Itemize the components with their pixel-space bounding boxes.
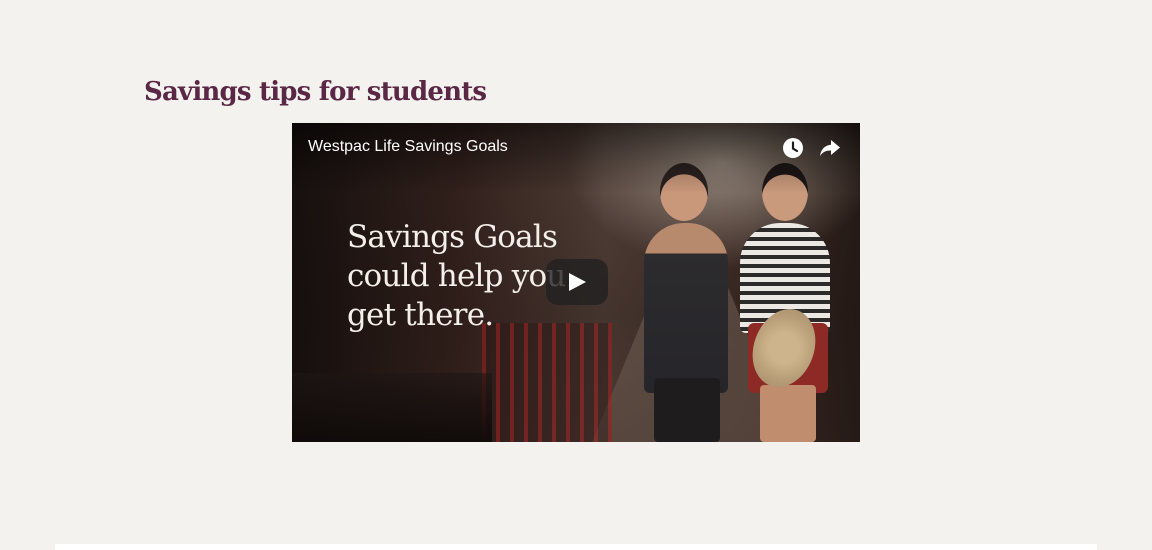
- share-arrow-icon: [820, 140, 840, 156]
- play-button[interactable]: [546, 259, 608, 305]
- content-card: [55, 544, 1097, 550]
- thumbnail-man: [644, 223, 728, 393]
- thumbnail-woman-legs: [760, 385, 816, 442]
- video-player[interactable]: Savings Goals could help you get there. …: [292, 123, 860, 442]
- thumbnail-market-stall: [482, 323, 612, 442]
- section-title: Savings tips for students: [144, 77, 487, 107]
- watch-later-button[interactable]: [780, 135, 806, 161]
- share-button[interactable]: [817, 135, 843, 161]
- thumbnail-man-legs: [654, 378, 720, 442]
- play-icon: [569, 273, 586, 291]
- clock-icon: [783, 138, 803, 158]
- video-title[interactable]: Westpac Life Savings Goals: [308, 137, 508, 157]
- video-top-shade: [292, 123, 860, 193]
- thumbnail-market-foreground: [292, 373, 492, 442]
